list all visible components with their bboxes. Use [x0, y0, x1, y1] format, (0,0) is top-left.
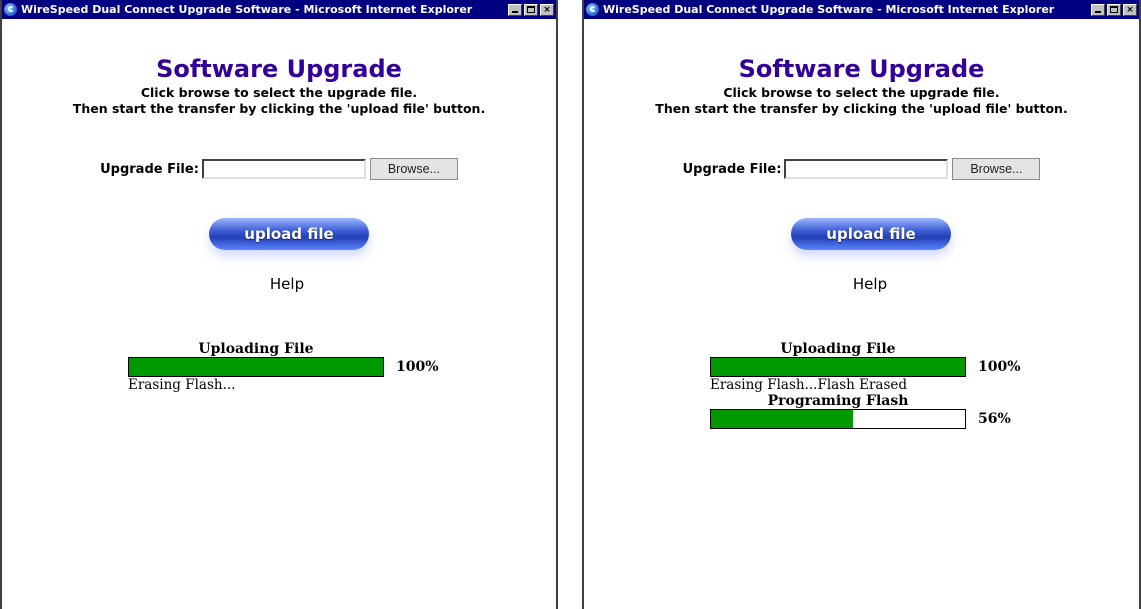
- minimize-button[interactable]: [1091, 3, 1105, 16]
- page-title: Software Upgrade: [738, 55, 985, 83]
- browse-button[interactable]: Browse...: [369, 158, 458, 180]
- title-bar[interactable]: WireSpeed Dual Connect Upgrade Software …: [584, 0, 1139, 19]
- upgrade-file-input[interactable]: [784, 159, 949, 179]
- upload-progress-fill: [129, 358, 383, 376]
- upgrade-file-label: Upgrade File:: [100, 161, 199, 177]
- window-title: WireSpeed Dual Connect Upgrade Software …: [603, 3, 1055, 16]
- upload-progress-bar: [128, 357, 384, 377]
- close-button[interactable]: ×: [1123, 3, 1137, 16]
- upgrade-file-input[interactable]: [201, 159, 366, 179]
- upload-progress-row: 100%: [128, 357, 439, 377]
- help-link[interactable]: Help: [820, 275, 920, 293]
- file-row: Upgrade File: Browse...: [2, 158, 556, 180]
- upgrade-file-label: Upgrade File:: [682, 161, 782, 177]
- title-bar[interactable]: WireSpeed Dual Connect Upgrade Software …: [2, 0, 556, 19]
- upload-progress: Uploading File 100% Erasing Flash...: [128, 341, 439, 393]
- upload-file-button[interactable]: upload file: [791, 218, 951, 250]
- instructions: Click browse to select the upgrade file.…: [2, 85, 556, 117]
- browse-button[interactable]: Browse...: [952, 158, 1041, 180]
- program-progress-percent: 56%: [978, 411, 1011, 427]
- internet-explorer-icon[interactable]: [586, 3, 599, 16]
- status-text: Erasing Flash...: [128, 377, 236, 393]
- upload-progress-bar: [710, 357, 966, 377]
- instruction-line-2: Then start the transfer by clicking the …: [655, 101, 1068, 116]
- window-title: WireSpeed Dual Connect Upgrade Software …: [21, 3, 473, 16]
- window-controls: ×: [506, 3, 554, 16]
- ie-window-left: WireSpeed Dual Connect Upgrade Software …: [0, 0, 558, 609]
- program-progress-fill: [711, 410, 854, 428]
- close-button[interactable]: ×: [540, 3, 554, 16]
- instructions: Click browse to select the upgrade file.…: [584, 85, 1139, 117]
- page-content: Software Upgrade Click browse to select …: [584, 19, 1139, 609]
- instruction-line-1: Click browse to select the upgrade file.: [723, 85, 1000, 100]
- status-text: Erasing Flash...Flash Erased: [710, 377, 908, 393]
- upload-progress-title: Uploading File: [198, 341, 314, 357]
- page-content: Software Upgrade Click browse to select …: [2, 19, 556, 609]
- internet-explorer-icon[interactable]: [4, 3, 17, 16]
- program-progress-row: 56%: [710, 409, 1021, 429]
- upload-file-button[interactable]: upload file: [209, 218, 369, 250]
- window-controls: ×: [1089, 3, 1137, 16]
- upload-progress-fill: [711, 358, 965, 376]
- program-progress-bar: [710, 409, 966, 429]
- minimize-button[interactable]: [508, 3, 522, 16]
- upload-progress-title: Uploading File: [780, 341, 896, 357]
- page-title: Software Upgrade: [156, 55, 402, 83]
- program-progress-title: Programing Flash: [767, 393, 909, 409]
- instruction-line-2: Then start the transfer by clicking the …: [72, 101, 486, 116]
- upload-progress-percent: 100%: [978, 359, 1021, 375]
- file-row: Upgrade File: Browse...: [584, 158, 1139, 180]
- maximize-button[interactable]: [524, 3, 538, 16]
- upload-progress-row: 100%: [710, 357, 1021, 377]
- upload-progress-percent: 100%: [396, 359, 439, 375]
- upload-progress: Uploading File 100% Erasing Flash...Flas…: [710, 341, 1021, 429]
- help-link[interactable]: Help: [237, 275, 337, 293]
- ie-window-right: WireSpeed Dual Connect Upgrade Software …: [582, 0, 1141, 609]
- maximize-button[interactable]: [1107, 3, 1121, 16]
- instruction-line-1: Click browse to select the upgrade file.: [140, 85, 418, 100]
